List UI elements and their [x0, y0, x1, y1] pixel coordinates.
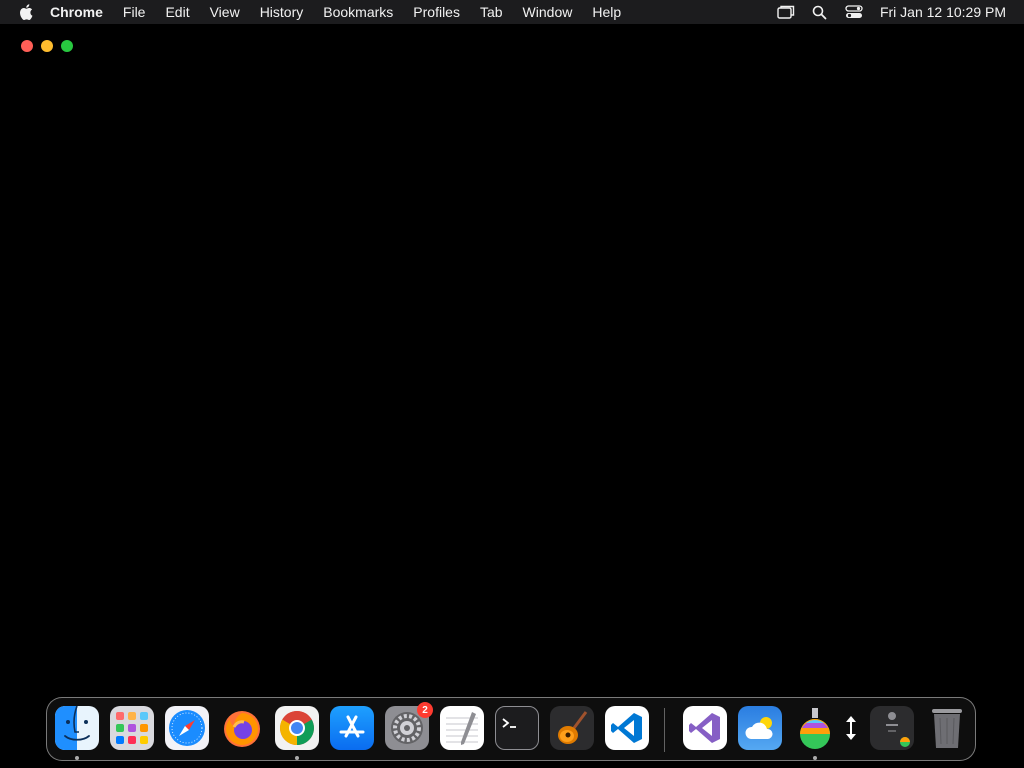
app-store-icon [339, 715, 365, 738]
window-preview-icon [886, 712, 910, 747]
dock-trash[interactable] [925, 706, 969, 750]
dock-garageband[interactable] [550, 706, 594, 750]
apple-logo-icon[interactable] [19, 4, 35, 20]
trash-icon [932, 709, 962, 748]
dock-separator [664, 708, 665, 752]
menu-history[interactable]: History [260, 4, 304, 20]
window-maximize-button[interactable] [61, 40, 73, 52]
menu-view[interactable]: View [210, 4, 240, 20]
menu-help[interactable]: Help [592, 4, 621, 20]
chrome-icon [280, 711, 314, 745]
menu-edit[interactable]: Edit [165, 4, 189, 20]
menu-tab[interactable]: Tab [480, 4, 503, 20]
resize-arrow-icon [846, 716, 856, 740]
dock-recent-window[interactable] [870, 706, 914, 750]
weather-cloud-icon [745, 717, 773, 739]
search-icon[interactable] [810, 4, 830, 20]
visual-studio-icon [689, 713, 720, 743]
running-indicator [295, 756, 299, 760]
dock-flask-app[interactable] [793, 706, 837, 760]
dock-vscode[interactable] [605, 706, 649, 750]
menu-app-chrome[interactable]: Chrome [50, 4, 103, 20]
running-indicator [813, 756, 817, 760]
safari-icon [169, 710, 205, 746]
flask-icon [800, 708, 830, 749]
dock-weather[interactable] [738, 706, 782, 750]
menu-profiles[interactable]: Profiles [413, 4, 460, 20]
firefox-icon [224, 711, 260, 747]
dock-chrome[interactable] [275, 706, 319, 760]
dock-terminal[interactable] [495, 706, 539, 750]
running-indicator [75, 756, 79, 760]
screen-mirroring-icon[interactable] [776, 4, 796, 20]
dock-firefox[interactable] [220, 706, 264, 750]
textedit-icon [446, 712, 478, 745]
dock: 2 [46, 697, 976, 761]
dock-finder[interactable] [55, 706, 99, 760]
window-controls [21, 40, 81, 52]
dock-launchpad[interactable] [110, 706, 154, 750]
menu-bookmarks[interactable]: Bookmarks [323, 4, 393, 20]
vscode-icon [611, 713, 642, 743]
terminal-icon [502, 718, 516, 728]
notification-badge: 2 [417, 702, 433, 718]
menu-clock[interactable]: Fri Jan 12 10:29 PM [880, 4, 1006, 20]
dock-resize-handle[interactable] [836, 706, 866, 750]
dock-app-store[interactable] [330, 706, 374, 750]
status-area: Fri Jan 12 10:29 PM [762, 0, 1006, 24]
window-close-button[interactable] [21, 40, 33, 52]
menu-bar: Chrome File Edit View History Bookmarks … [0, 0, 1024, 24]
dock-system-settings[interactable]: 2 [385, 702, 433, 750]
launchpad-icon [116, 712, 148, 744]
guitar-icon [558, 711, 588, 744]
dock-visual-studio[interactable] [683, 706, 727, 750]
menu-window[interactable]: Window [523, 4, 573, 20]
window-minimize-button[interactable] [41, 40, 53, 52]
dock-safari[interactable] [165, 706, 209, 750]
finder-icon [55, 706, 99, 750]
menu-file[interactable]: File [123, 4, 146, 20]
control-center-icon[interactable] [844, 4, 864, 20]
dock-textedit[interactable] [440, 706, 484, 750]
